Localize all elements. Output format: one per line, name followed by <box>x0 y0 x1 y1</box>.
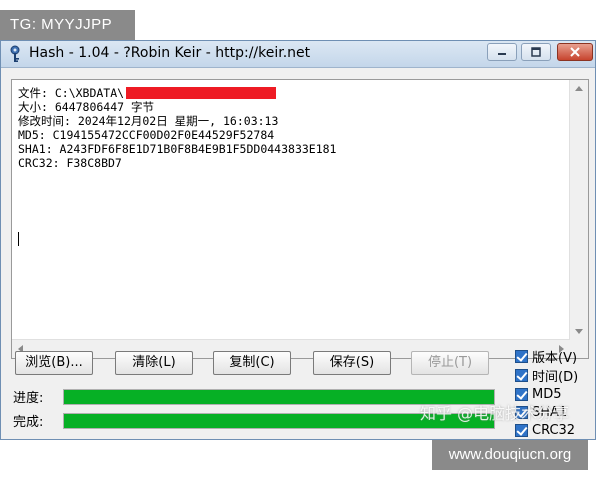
close-button[interactable] <box>557 43 593 61</box>
crc32-checkbox[interactable] <box>515 423 528 437</box>
output-text: 文件: C:\XBDATA\ 大小: 6447806447 字节 修改时间: 202… <box>18 86 566 170</box>
file-line: 文件: C:\XBDATA\ <box>18 86 566 100</box>
done-label: 完成: <box>13 415 44 430</box>
hash-output-textarea[interactable]: 文件: C:\XBDATA\ 大小: 6447806447 字节 修改时间: 202… <box>11 79 589 359</box>
sha1-line: SHA1: A243FDF6F8E1D71B0F8B4E9B1F5DD04438… <box>18 142 337 156</box>
title-bar[interactable]: Hash - 1.04 - ?Robin Keir - http://keir.… <box>1 41 595 68</box>
maximize-button[interactable] <box>521 43 551 61</box>
watermark-tag-bottom: www.douqiucn.org <box>432 440 588 470</box>
scroll-down-icon[interactable] <box>575 329 583 334</box>
text-caret <box>18 232 19 246</box>
time-option[interactable]: 时间(D) <box>515 366 579 385</box>
version-checkbox[interactable] <box>515 349 528 363</box>
modified-line: 修改时间: 2024年12月02日 星期一, 16:03:13 <box>18 114 279 128</box>
version-option[interactable]: 版本(V) <box>515 347 578 366</box>
minimize-button[interactable] <box>487 43 517 61</box>
maximize-icon <box>531 47 541 57</box>
time-label: 时间(D) <box>532 369 579 385</box>
app-key-icon <box>10 45 20 62</box>
version-label: 版本(V) <box>532 350 578 366</box>
minimize-icon <box>498 53 506 55</box>
clear-button[interactable]: 清除(L) <box>115 351 193 375</box>
time-checkbox[interactable] <box>515 368 528 382</box>
browse-button[interactable]: 浏览(B)... <box>15 351 93 375</box>
progress-label: 进度: <box>13 391 44 406</box>
scroll-up-icon[interactable] <box>575 86 583 91</box>
hash-window: Hash - 1.04 - ?Robin Keir - http://keir.… <box>0 40 596 440</box>
watermark-tag-top: TG: MYYJJPP <box>0 10 135 40</box>
save-button[interactable]: 保存(S) <box>313 351 391 375</box>
close-icon <box>570 47 580 57</box>
watermark-zhihu: 知乎 @电脑技术分享 <box>420 404 570 423</box>
window-title: Hash - 1.04 - ?Robin Keir - http://keir.… <box>29 45 311 61</box>
redacted-filename <box>126 87 277 99</box>
file-path: 文件: C:\XBDATA\ <box>18 86 125 100</box>
md5-checkbox[interactable] <box>515 387 528 401</box>
crc32-line: CRC32: F38C8BD7 <box>18 156 122 170</box>
md5-line: MD5: C194155472CCF00D02F0E44529F52784 <box>18 128 275 142</box>
stop-button[interactable]: 停止(T) <box>411 351 489 375</box>
crc32-label: CRC32 <box>532 422 576 438</box>
vertical-scrollbar[interactable] <box>569 80 588 340</box>
copy-button[interactable]: 复制(C) <box>213 351 291 375</box>
size-line: 大小: 6447806447 字节 <box>18 100 155 114</box>
